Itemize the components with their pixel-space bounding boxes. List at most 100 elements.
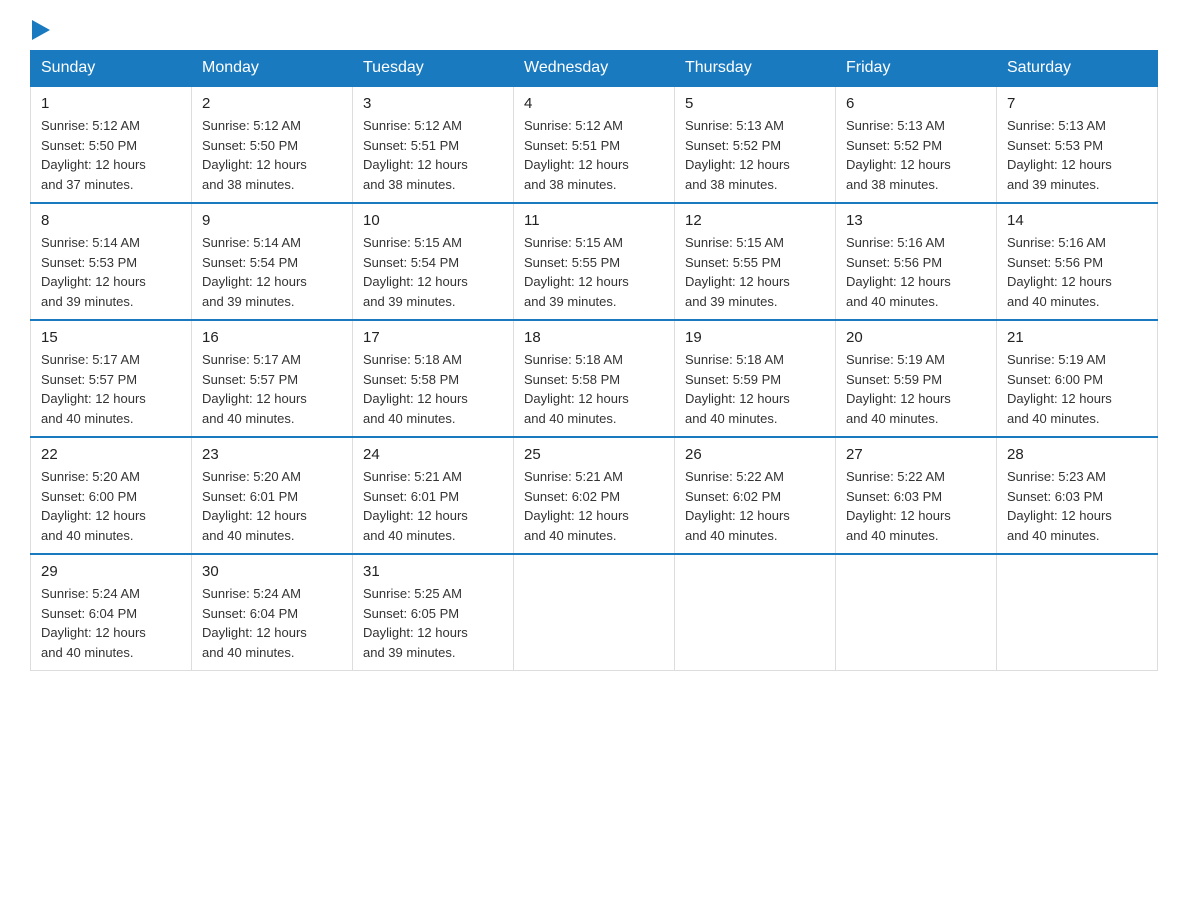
day-info: Sunrise: 5:12 AMSunset: 5:50 PMDaylight:…	[202, 116, 342, 194]
calendar-day-cell: 4Sunrise: 5:12 AMSunset: 5:51 PMDaylight…	[514, 86, 675, 203]
logo	[30, 20, 50, 40]
calendar-day-cell: 31 Sunrise: 5:25 AMSunset: 6:05 PMDayligh…	[353, 554, 514, 671]
calendar-day-cell: 24Sunrise: 5:21 AMSunset: 6:01 PMDayligh…	[353, 437, 514, 554]
day-info: Sunrise: 5:25 AMSunset: 6:05 PMDaylight:…	[363, 584, 503, 662]
day-number: 3	[363, 95, 503, 112]
calendar-day-cell: 3 Sunrise: 5:12 AMSunset: 5:51 PMDaylight…	[353, 86, 514, 203]
day-info: Sunrise: 5:21 AMSunset: 6:02 PMDaylight:…	[524, 467, 664, 545]
calendar-day-cell: 5 Sunrise: 5:13 AMSunset: 5:52 PMDaylight…	[675, 86, 836, 203]
day-info: Sunrise: 5:12 AMSunset: 5:50 PMDaylight:…	[41, 116, 181, 194]
day-of-week-header: Tuesday	[353, 51, 514, 87]
day-of-week-header: Wednesday	[514, 51, 675, 87]
day-info: Sunrise: 5:15 AMSunset: 5:55 PMDaylight:…	[524, 233, 664, 311]
day-number: 9	[202, 212, 342, 229]
day-info: Sunrise: 5:19 AMSunset: 5:59 PMDaylight:…	[846, 350, 986, 428]
calendar-day-cell: 22 Sunrise: 5:20 AMSunset: 6:00 PMDayligh…	[31, 437, 192, 554]
day-number: 25	[524, 446, 664, 463]
day-number: 1	[41, 95, 181, 112]
day-info: Sunrise: 5:17 AMSunset: 5:57 PMDaylight:…	[202, 350, 342, 428]
logo-arrow-icon	[32, 20, 50, 40]
day-number: 24	[363, 446, 503, 463]
calendar-day-cell	[997, 554, 1158, 671]
day-info: Sunrise: 5:20 AMSunset: 6:01 PMDaylight:…	[202, 467, 342, 545]
day-info: Sunrise: 5:23 AMSunset: 6:03 PMDaylight:…	[1007, 467, 1147, 545]
calendar-day-cell: 13 Sunrise: 5:16 AMSunset: 5:56 PMDayligh…	[836, 203, 997, 320]
calendar-day-cell: 30 Sunrise: 5:24 AMSunset: 6:04 PMDayligh…	[192, 554, 353, 671]
day-info: Sunrise: 5:12 AMSunset: 5:51 PMDaylight:…	[363, 116, 503, 194]
day-number: 13	[846, 212, 986, 229]
day-number: 14	[1007, 212, 1147, 229]
day-number: 26	[685, 446, 825, 463]
calendar-day-cell: 14 Sunrise: 5:16 AMSunset: 5:56 PMDayligh…	[997, 203, 1158, 320]
calendar-day-cell	[675, 554, 836, 671]
day-info: Sunrise: 5:15 AMSunset: 5:54 PMDaylight:…	[363, 233, 503, 311]
day-number: 10	[363, 212, 503, 229]
calendar-day-cell: 23 Sunrise: 5:20 AMSunset: 6:01 PMDayligh…	[192, 437, 353, 554]
day-of-week-header: Thursday	[675, 51, 836, 87]
calendar-week-row: 8Sunrise: 5:14 AMSunset: 5:53 PMDaylight…	[31, 203, 1158, 320]
calendar-day-cell: 29Sunrise: 5:24 AMSunset: 6:04 PMDayligh…	[31, 554, 192, 671]
calendar-header-row: SundayMondayTuesdayWednesdayThursdayFrid…	[31, 51, 1158, 87]
day-number: 15	[41, 329, 181, 346]
day-of-week-header: Monday	[192, 51, 353, 87]
calendar-day-cell: 15 Sunrise: 5:17 AMSunset: 5:57 PMDayligh…	[31, 320, 192, 437]
day-number: 16	[202, 329, 342, 346]
day-number: 30	[202, 563, 342, 580]
calendar-day-cell: 11Sunrise: 5:15 AMSunset: 5:55 PMDayligh…	[514, 203, 675, 320]
day-number: 5	[685, 95, 825, 112]
day-of-week-header: Friday	[836, 51, 997, 87]
calendar-day-cell: 26 Sunrise: 5:22 AMSunset: 6:02 PMDayligh…	[675, 437, 836, 554]
day-info: Sunrise: 5:16 AMSunset: 5:56 PMDaylight:…	[846, 233, 986, 311]
day-info: Sunrise: 5:22 AMSunset: 6:02 PMDaylight:…	[685, 467, 825, 545]
day-info: Sunrise: 5:18 AMSunset: 5:58 PMDaylight:…	[524, 350, 664, 428]
calendar-day-cell: 12 Sunrise: 5:15 AMSunset: 5:55 PMDayligh…	[675, 203, 836, 320]
calendar-day-cell	[836, 554, 997, 671]
day-number: 20	[846, 329, 986, 346]
calendar-day-cell: 2 Sunrise: 5:12 AMSunset: 5:50 PMDaylight…	[192, 86, 353, 203]
day-number: 21	[1007, 329, 1147, 346]
day-number: 7	[1007, 95, 1147, 112]
calendar-week-row: 1 Sunrise: 5:12 AMSunset: 5:50 PMDaylight…	[31, 86, 1158, 203]
day-number: 22	[41, 446, 181, 463]
calendar-day-cell: 10 Sunrise: 5:15 AMSunset: 5:54 PMDayligh…	[353, 203, 514, 320]
day-info: Sunrise: 5:22 AMSunset: 6:03 PMDaylight:…	[846, 467, 986, 545]
day-info: Sunrise: 5:24 AMSunset: 6:04 PMDaylight:…	[202, 584, 342, 662]
calendar-day-cell: 8Sunrise: 5:14 AMSunset: 5:53 PMDaylight…	[31, 203, 192, 320]
day-info: Sunrise: 5:18 AMSunset: 5:58 PMDaylight:…	[363, 350, 503, 428]
day-info: Sunrise: 5:20 AMSunset: 6:00 PMDaylight:…	[41, 467, 181, 545]
day-number: 23	[202, 446, 342, 463]
calendar-day-cell: 7 Sunrise: 5:13 AMSunset: 5:53 PMDaylight…	[997, 86, 1158, 203]
day-number: 2	[202, 95, 342, 112]
day-info: Sunrise: 5:14 AMSunset: 5:54 PMDaylight:…	[202, 233, 342, 311]
calendar-day-cell: 17 Sunrise: 5:18 AMSunset: 5:58 PMDayligh…	[353, 320, 514, 437]
calendar-day-cell: 27Sunrise: 5:22 AMSunset: 6:03 PMDayligh…	[836, 437, 997, 554]
day-info: Sunrise: 5:16 AMSunset: 5:56 PMDaylight:…	[1007, 233, 1147, 311]
day-number: 18	[524, 329, 664, 346]
page-header	[30, 20, 1158, 40]
day-of-week-header: Sunday	[31, 51, 192, 87]
day-info: Sunrise: 5:12 AMSunset: 5:51 PMDaylight:…	[524, 116, 664, 194]
day-number: 31	[363, 563, 503, 580]
day-info: Sunrise: 5:15 AMSunset: 5:55 PMDaylight:…	[685, 233, 825, 311]
day-number: 6	[846, 95, 986, 112]
day-info: Sunrise: 5:17 AMSunset: 5:57 PMDaylight:…	[41, 350, 181, 428]
day-info: Sunrise: 5:13 AMSunset: 5:52 PMDaylight:…	[685, 116, 825, 194]
day-number: 28	[1007, 446, 1147, 463]
calendar-day-cell: 6 Sunrise: 5:13 AMSunset: 5:52 PMDaylight…	[836, 86, 997, 203]
calendar-day-cell: 16 Sunrise: 5:17 AMSunset: 5:57 PMDayligh…	[192, 320, 353, 437]
calendar-day-cell: 18 Sunrise: 5:18 AMSunset: 5:58 PMDayligh…	[514, 320, 675, 437]
day-number: 12	[685, 212, 825, 229]
day-number: 17	[363, 329, 503, 346]
calendar-day-cell: 19Sunrise: 5:18 AMSunset: 5:59 PMDayligh…	[675, 320, 836, 437]
calendar-week-row: 22 Sunrise: 5:20 AMSunset: 6:00 PMDayligh…	[31, 437, 1158, 554]
calendar-day-cell: 1 Sunrise: 5:12 AMSunset: 5:50 PMDaylight…	[31, 86, 192, 203]
day-info: Sunrise: 5:13 AMSunset: 5:53 PMDaylight:…	[1007, 116, 1147, 194]
day-info: Sunrise: 5:19 AMSunset: 6:00 PMDaylight:…	[1007, 350, 1147, 428]
calendar-day-cell: 21 Sunrise: 5:19 AMSunset: 6:00 PMDayligh…	[997, 320, 1158, 437]
day-info: Sunrise: 5:14 AMSunset: 5:53 PMDaylight:…	[41, 233, 181, 311]
day-info: Sunrise: 5:13 AMSunset: 5:52 PMDaylight:…	[846, 116, 986, 194]
day-info: Sunrise: 5:18 AMSunset: 5:59 PMDaylight:…	[685, 350, 825, 428]
calendar-day-cell: 9 Sunrise: 5:14 AMSunset: 5:54 PMDaylight…	[192, 203, 353, 320]
calendar-table: SundayMondayTuesdayWednesdayThursdayFrid…	[30, 50, 1158, 671]
calendar-day-cell: 25 Sunrise: 5:21 AMSunset: 6:02 PMDayligh…	[514, 437, 675, 554]
